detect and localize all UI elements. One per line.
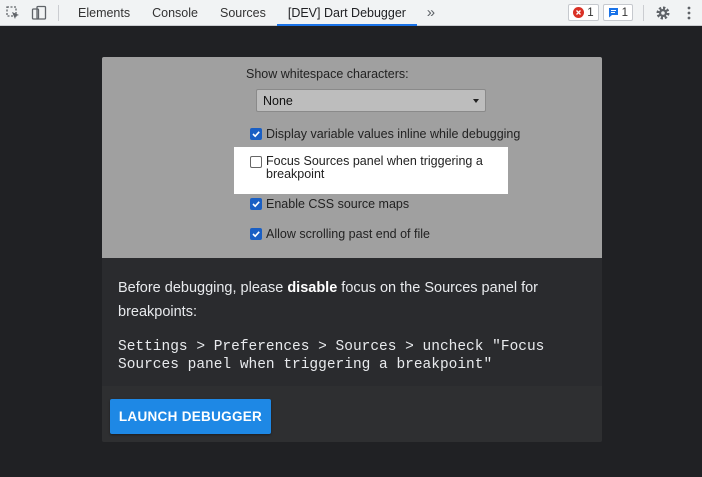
- message-count-badge[interactable]: 1: [602, 4, 633, 21]
- checkbox-checked-icon: [250, 198, 262, 210]
- tab-sources[interactable]: Sources: [209, 0, 277, 26]
- checkbox-checked-icon: [250, 128, 262, 140]
- message-icon: [608, 8, 618, 18]
- error-count: 1: [587, 6, 594, 19]
- option-label: Enable CSS source maps: [266, 197, 410, 211]
- settings-gear-icon[interactable]: [650, 0, 676, 26]
- error-icon: [573, 7, 585, 18]
- option-label: Display variable values inline while deb…: [266, 127, 521, 141]
- device-toolbar-icon[interactable]: [26, 0, 52, 26]
- settings-preview-image: Show whitespace characters: None Display…: [102, 57, 602, 258]
- option-label: Allow scrolling past end of file: [266, 227, 430, 241]
- toolbar-divider: [58, 4, 59, 21]
- kebab-menu-icon[interactable]: [676, 0, 702, 26]
- whitespace-select-value: None: [263, 93, 293, 108]
- option-label: Focus Sources panel when triggering a br…: [266, 154, 483, 181]
- whitespace-label: Show whitespace characters:: [246, 67, 409, 81]
- error-count-badge[interactable]: 1: [568, 4, 599, 21]
- inspect-element-icon[interactable]: [0, 0, 26, 26]
- option-inline-values: Display variable values inline while deb…: [250, 127, 520, 141]
- message-prefix: Before debugging, please: [118, 280, 288, 296]
- chevron-down-icon: [473, 99, 479, 103]
- card-footer: LAUNCH DEBUGGER: [102, 386, 602, 442]
- message-emphasis: disable: [287, 280, 338, 296]
- toolbar-divider: [643, 4, 644, 21]
- devtools-toolbar: Elements Console Sources [DEV] Dart Debu…: [0, 0, 702, 26]
- tab-elements[interactable]: Elements: [67, 0, 141, 26]
- highlighted-option-box: Focus Sources panel when triggering a br…: [234, 147, 508, 194]
- tab-console[interactable]: Console: [141, 0, 209, 26]
- message-count: 1: [621, 6, 628, 19]
- option-focus-sources: Focus Sources panel when triggering a br…: [250, 155, 500, 181]
- checkbox-unchecked-icon: [250, 156, 262, 168]
- option-scroll-past-end: Allow scrolling past end of file: [250, 227, 430, 241]
- settings-path-code: Settings > Preferences > Sources > unche…: [118, 339, 554, 373]
- checkbox-checked-icon: [250, 228, 262, 240]
- instruction-message: Before debugging, please disable focus o…: [118, 276, 588, 324]
- more-tabs-icon[interactable]: »: [419, 0, 443, 26]
- debugger-launch-card: Show whitespace characters: None Display…: [102, 57, 602, 442]
- option-css-source-maps: Enable CSS source maps: [250, 197, 409, 211]
- tab-dart-debugger[interactable]: [DEV] Dart Debugger: [276, 0, 417, 26]
- launch-debugger-button[interactable]: LAUNCH DEBUGGER: [110, 399, 271, 434]
- whitespace-select: None: [256, 89, 486, 112]
